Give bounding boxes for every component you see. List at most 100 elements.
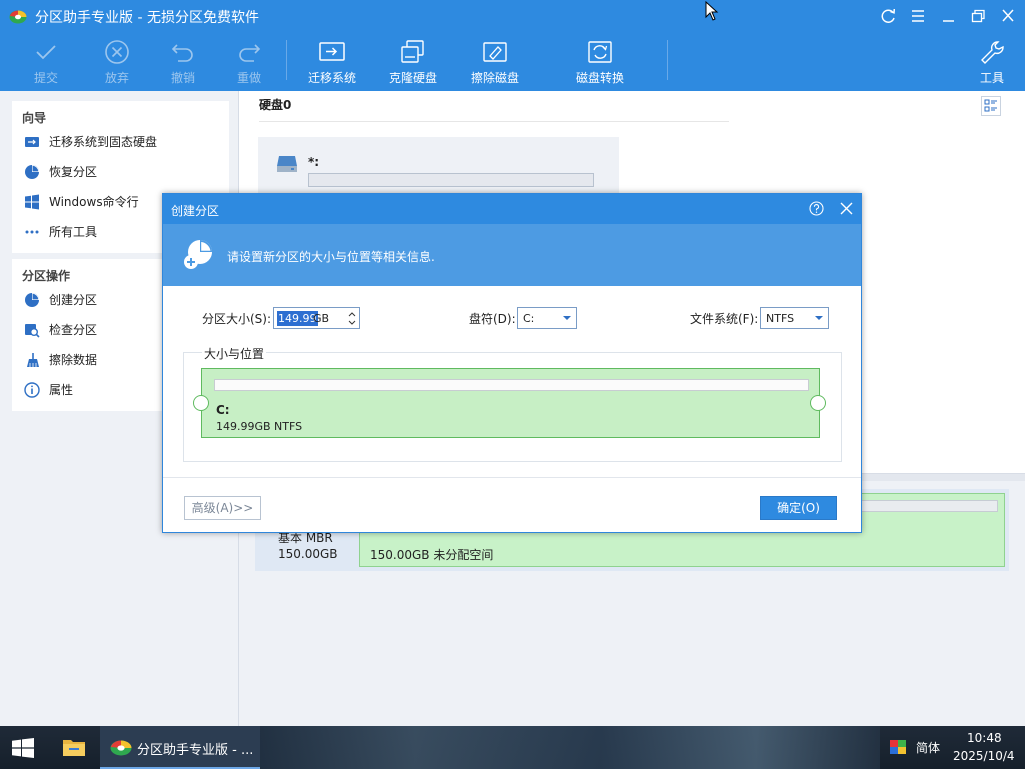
size-unit: GB <box>313 312 330 325</box>
partition-block[interactable]: C: 149.99GB NTFS <box>201 368 820 438</box>
minimize-icon[interactable] <box>937 6 959 26</box>
redo-button[interactable]: 重做 <box>214 36 284 88</box>
spin-up-icon[interactable] <box>346 310 358 318</box>
advanced-button[interactable]: 高级(A)>> <box>184 496 261 520</box>
resize-handle-left[interactable] <box>193 395 209 411</box>
close-icon[interactable] <box>997 6 1019 26</box>
menu-icon[interactable] <box>907 6 929 26</box>
windows-start-icon[interactable] <box>12 738 34 758</box>
clock-time[interactable]: 10:48 <box>967 731 1002 745</box>
dialog-title: 创建分区 <box>171 204 220 218</box>
sidebar-item-label: 检查分区 <box>49 323 98 337</box>
dropdown-arrow-icon <box>815 316 823 320</box>
create-partition-icon <box>184 240 212 269</box>
input-method-indicator[interactable]: 简体 <box>916 739 940 756</box>
partition-usage-bar <box>856 500 998 512</box>
info-icon <box>24 382 40 398</box>
check-icon <box>36 45 56 60</box>
partition-size-input[interactable]: 149.99 GB <box>273 307 360 329</box>
windows-icon <box>25 194 39 210</box>
wipe-disk-icon <box>483 42 507 62</box>
create-partition-dialog: 创建分区 请设置新分区的大小与位置等相关信息. 分区大小(S): 149.99 … <box>162 193 862 533</box>
refresh-icon[interactable] <box>877 6 899 26</box>
color-tray-icon[interactable] <box>890 740 906 754</box>
more-icon <box>25 230 39 234</box>
pie-chart-icon <box>25 293 39 307</box>
disk-usage-bar <box>308 173 594 187</box>
tools-button[interactable]: 工具 <box>957 36 1025 88</box>
taskbar: 分区助手专业版 - ... 简体 10:48 2025/10/4 <box>0 726 1025 769</box>
view-toggle-button[interactable] <box>981 96 1001 116</box>
taskbar-app-label: 分区助手专业版 - ... <box>137 743 254 758</box>
drive-letter-value: C: <box>523 312 535 325</box>
wipe-disk-button[interactable]: 擦除磁盘 <box>460 36 530 88</box>
redo-icon <box>239 44 261 62</box>
undo-icon <box>171 44 193 62</box>
list-view-icon <box>984 99 997 112</box>
redo-label: 重做 <box>236 71 261 85</box>
submit-button[interactable]: 提交 <box>11 36 81 88</box>
partition-description: 150.00GB 未分配空间 <box>370 548 494 562</box>
clone-disk-button[interactable]: 克隆硬盘 <box>378 36 448 88</box>
taskbar-app-partition-assistant[interactable]: 分区助手专业版 - ... <box>100 726 260 769</box>
sidebar-item-label: Windows命令行 <box>49 195 139 209</box>
app-title: 分区助手专业版 - 无损分区免费软件 <box>35 10 259 26</box>
disk-card[interactable]: *: <box>258 137 619 195</box>
drive-letter-select[interactable]: C: <box>517 307 577 329</box>
resize-handle-right[interactable] <box>810 395 826 411</box>
discard-label: 放弃 <box>104 71 129 85</box>
restore-icon[interactable] <box>967 6 989 26</box>
size-position-legend: 大小与位置 <box>202 345 267 362</box>
discard-button[interactable]: 放弃 <box>82 36 152 88</box>
filesystem-select[interactable]: NTFS <box>760 307 829 329</box>
disk-size: 150.00GB <box>278 547 338 561</box>
taskbar-background <box>260 726 880 769</box>
wrench-icon <box>981 41 1004 64</box>
undo-button[interactable]: 撤销 <box>148 36 218 88</box>
partition-usage-bar <box>214 379 809 391</box>
dialog-titlebar: 创建分区 <box>163 194 861 224</box>
migrate-os-button[interactable]: 迁移系统 <box>297 36 367 88</box>
sidebar-item-migrate-ssd[interactable]: 迁移系统到固态硬盘 <box>12 127 229 157</box>
broom-icon <box>27 353 39 367</box>
pie-chart-icon <box>25 165 39 179</box>
app-header: 分区助手专业版 - 无损分区免费软件 提交 放弃 撤销 重做 迁移系统 克隆硬盘… <box>0 0 1025 91</box>
dialog-footer-divider <box>163 477 861 478</box>
toolbar-separator <box>286 40 287 80</box>
dialog-banner: 请设置新分区的大小与位置等相关信息. <box>163 224 861 286</box>
disk-card-label: *: <box>308 155 320 169</box>
mouse-cursor-icon <box>705 1 719 21</box>
disk-convert-label: 磁盘转换 <box>575 71 624 85</box>
disk-title: 硬盘0 <box>259 98 292 112</box>
tools-label: 工具 <box>979 71 1004 85</box>
drive-letter-label: 盘符(D): <box>469 312 516 326</box>
ok-button[interactable]: 确定(O) <box>760 496 837 520</box>
convert-icon <box>588 41 612 63</box>
help-icon[interactable] <box>809 201 824 216</box>
sidebar-item-recover-partition[interactable]: 恢复分区 <box>12 157 229 187</box>
search-icon <box>25 324 40 338</box>
migrate-os-label: 迁移系统 <box>307 71 356 85</box>
spin-down-icon[interactable] <box>346 319 358 327</box>
submit-label: 提交 <box>33 71 58 85</box>
sidebar-item-label: 恢复分区 <box>49 165 98 179</box>
partition-info: 149.99GB NTFS <box>216 420 303 433</box>
close-icon[interactable] <box>839 201 854 216</box>
disk-title-divider <box>259 121 729 122</box>
clock-date[interactable]: 2025/10/4 <box>953 749 1015 763</box>
sidebar-item-label: 属性 <box>49 383 74 397</box>
dialog-banner-text: 请设置新分区的大小与位置等相关信息. <box>227 250 435 264</box>
migrate-icon <box>319 42 345 61</box>
size-label: 分区大小(S): <box>202 312 272 326</box>
dropdown-arrow-icon <box>563 316 571 320</box>
cancel-circle-icon <box>105 40 129 64</box>
filesystem-label: 文件系统(F): <box>690 312 759 326</box>
wipe-disk-label: 擦除磁盘 <box>470 71 519 85</box>
clone-disk-icon <box>401 40 424 63</box>
file-explorer-icon[interactable] <box>62 736 86 758</box>
toolbar-separator <box>667 40 668 80</box>
partition-name: C: <box>216 403 230 417</box>
sidebar-item-label: 擦除数据 <box>49 353 98 367</box>
filesystem-value: NTFS <box>766 312 795 325</box>
disk-convert-button[interactable]: 磁盘转换 <box>565 36 635 88</box>
